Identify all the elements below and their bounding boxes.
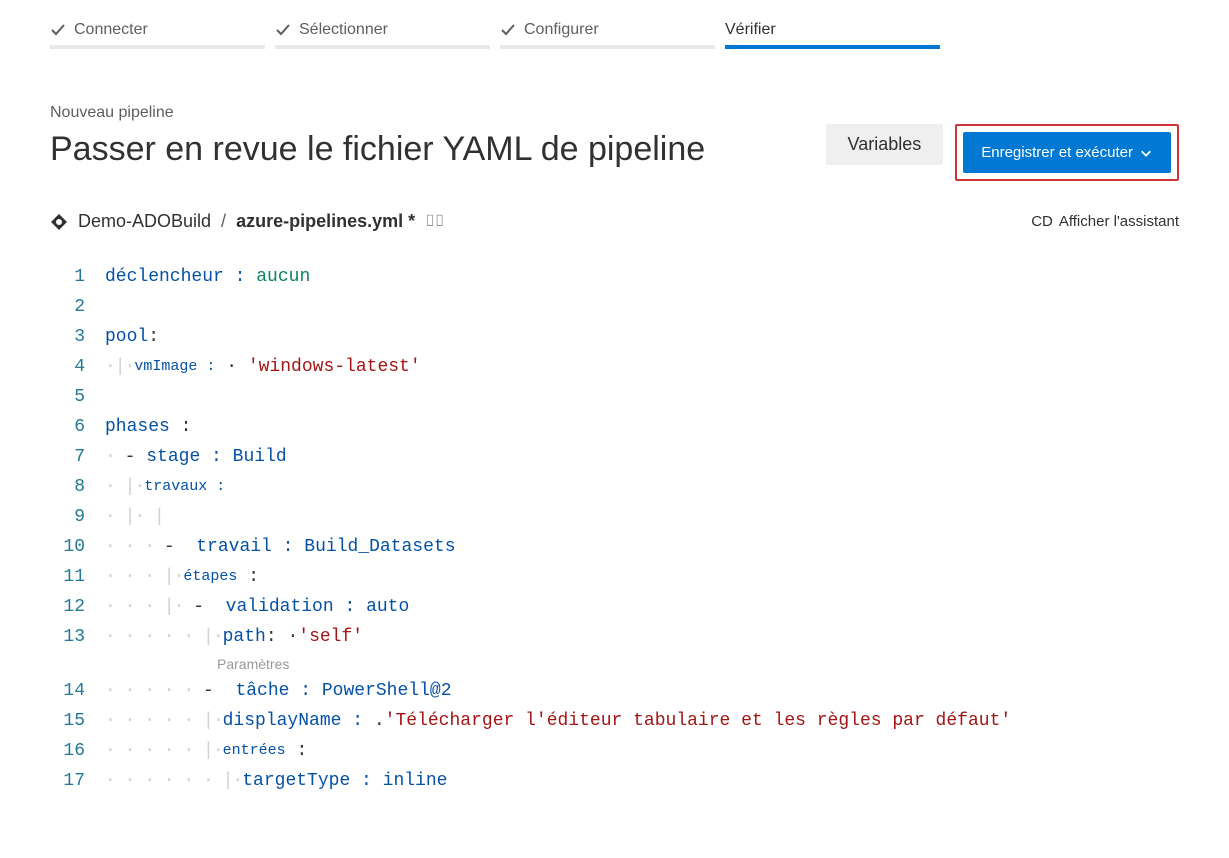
line-gutter: 1234567891011121314151617 — [50, 262, 105, 796]
save-run-label: Enregistrer et exécuter — [981, 144, 1133, 161]
line-number: 14 — [50, 676, 85, 706]
code-line[interactable]: · · · · · · |·targetType : inline — [105, 766, 1179, 796]
code-line[interactable] — [105, 382, 1179, 412]
line-number: 7 — [50, 442, 85, 472]
check-icon — [50, 22, 66, 38]
page-subtitle: Nouveau pipeline — [50, 104, 826, 122]
code-line[interactable]: · · · |· - validation : auto — [105, 592, 1179, 622]
code-line[interactable]: déclencheur : aucun — [105, 262, 1179, 292]
line-number: 1 — [50, 262, 85, 292]
code-line[interactable]: pool: — [105, 322, 1179, 352]
check-icon — [500, 22, 516, 38]
line-number: 13 — [50, 622, 85, 652]
repo-icon — [50, 213, 68, 231]
step-connect[interactable]: Connecter — [50, 15, 265, 49]
code-line[interactable] — [105, 292, 1179, 322]
code-body[interactable]: déclencheur : aucun pool:·|·vmImage : · '… — [105, 262, 1179, 796]
line-number: 8 — [50, 472, 85, 502]
step-label: Configurer — [524, 21, 599, 39]
step-label: Vérifier — [725, 21, 776, 39]
step-label: Sélectionner — [299, 21, 388, 39]
code-line[interactable]: · · · · · |·entrées : — [105, 736, 1179, 766]
breadcrumb: Demo-ADOBuild / azure-pipelines.yml * ⌷⌷ — [50, 211, 444, 232]
yaml-editor[interactable]: 1234567891011121314151617 déclencheur : … — [50, 262, 1179, 796]
code-line[interactable]: · · · · · |·path: ·'self' — [105, 622, 1179, 652]
show-assistant-link[interactable]: CD Afficher l'assistant — [1031, 213, 1179, 230]
line-number: 9 — [50, 502, 85, 532]
line-number: 16 — [50, 736, 85, 766]
save-and-run-button[interactable]: Enregistrer et exécuter — [963, 132, 1171, 173]
code-line[interactable]: ·|·vmImage : · 'windows-latest' — [105, 352, 1179, 382]
parameters-hint: Paramètres — [105, 652, 1179, 676]
code-line[interactable]: · · · - travail : Build_Datasets — [105, 532, 1179, 562]
variables-button[interactable]: Variables — [826, 124, 944, 165]
breadcrumb-file[interactable]: azure-pipelines.yml * — [236, 211, 415, 232]
check-icon — [275, 22, 291, 38]
step-configure[interactable]: Configurer — [500, 15, 715, 49]
line-number: 10 — [50, 532, 85, 562]
line-number: 4 — [50, 352, 85, 382]
line-number: 5 — [50, 382, 85, 412]
code-line[interactable]: · - stage : Build — [105, 442, 1179, 472]
line-number: 17 — [50, 766, 85, 796]
line-number: 2 — [50, 292, 85, 322]
code-line[interactable]: · · · · · |·displayName : .'Télécharger … — [105, 706, 1179, 736]
breadcrumb-repo[interactable]: Demo-ADOBuild — [78, 211, 211, 232]
line-number: 3 — [50, 322, 85, 352]
line-number: 15 — [50, 706, 85, 736]
step-select[interactable]: Sélectionner — [275, 15, 490, 49]
code-line[interactable]: · |· | — [105, 502, 1179, 532]
step-label: Connecter — [74, 21, 148, 39]
line-number: 11 — [50, 562, 85, 592]
page-title: Passer en revue le fichier YAML de pipel… — [50, 130, 826, 169]
line-number: 6 — [50, 412, 85, 442]
code-line[interactable]: phases : — [105, 412, 1179, 442]
chevron-down-icon — [1139, 146, 1153, 160]
wizard-steps: Connecter Sélectionner Configurer Vérifi… — [50, 15, 1179, 49]
code-line[interactable]: · · · · · - tâche : PowerShell@2 — [105, 676, 1179, 706]
code-line[interactable]: · |·travaux : — [105, 472, 1179, 502]
code-line[interactable]: · · · |·étapes : — [105, 562, 1179, 592]
assistant-prefix: CD — [1031, 213, 1053, 230]
breadcrumb-separator: / — [221, 211, 226, 232]
line-number: 12 — [50, 592, 85, 622]
rename-icon[interactable]: ⌷⌷ — [425, 213, 444, 231]
highlight-annotation: Enregistrer et exécuter — [955, 124, 1179, 181]
assistant-label: Afficher l'assistant — [1059, 213, 1179, 230]
step-verify[interactable]: Vérifier — [725, 15, 940, 49]
